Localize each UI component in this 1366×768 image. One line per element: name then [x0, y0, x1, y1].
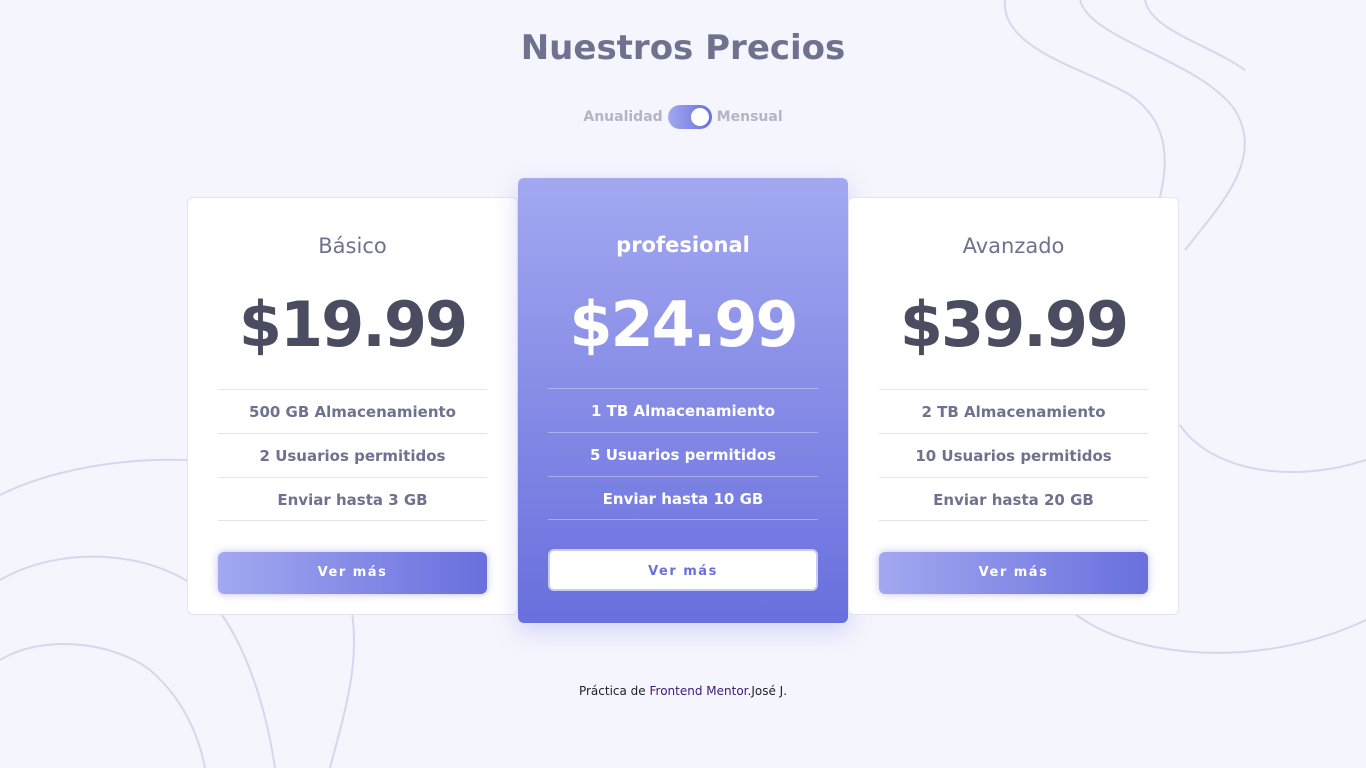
feature-item: 1 TB Almacenamiento	[548, 388, 818, 432]
footer-author: .José J.	[747, 684, 788, 698]
plan-card-professional: profesional $24.99 1 TB Almacenamiento 5…	[518, 178, 848, 623]
feature-item: 2 TB Almacenamiento	[879, 389, 1148, 433]
plan-price: $39.99	[899, 288, 1129, 361]
frontend-mentor-link[interactable]: Frontend Mentor	[650, 684, 748, 698]
feature-item: 10 Usuarios permitidos	[879, 433, 1148, 477]
feature-list: 500 GB Almacenamiento 2 Usuarios permiti…	[218, 389, 487, 521]
switch-knob	[690, 108, 709, 126]
billing-toggle: Anualidad Mensual	[0, 104, 1366, 130]
toggle-label-monthly[interactable]: Mensual	[717, 109, 783, 125]
plan-name: Avanzado	[962, 234, 1065, 258]
plan-name: profesional	[616, 233, 750, 257]
feature-list: 2 TB Almacenamiento 10 Usuarios permitid…	[879, 389, 1148, 521]
page-title: Nuestros Precios	[520, 28, 846, 68]
plan-card-basic: Básico $19.99 500 GB Almacenamiento 2 Us…	[187, 197, 518, 615]
footer-credit: Práctica de Frontend Mentor.José J.	[0, 684, 1366, 698]
feature-item: Enviar hasta 3 GB	[218, 477, 487, 521]
plan-name: Básico	[318, 234, 387, 258]
feature-item: 2 Usuarios permitidos	[218, 433, 487, 477]
ver-mas-button-basic[interactable]: Ver más	[218, 552, 487, 594]
plan-price: $19.99	[238, 288, 468, 361]
plan-price: $24.99	[569, 288, 798, 361]
feature-item: 5 Usuarios permitidos	[548, 432, 818, 476]
pricing-page: Nuestros Precios Anualidad Mensual Básic…	[0, 0, 1366, 768]
ver-mas-button-advanced[interactable]: Ver más	[879, 552, 1148, 594]
toggle-label-annual[interactable]: Anualidad	[583, 109, 662, 125]
feature-item: Enviar hasta 20 GB	[879, 477, 1148, 521]
feature-item: 500 GB Almacenamiento	[218, 389, 487, 433]
ver-mas-button-professional[interactable]: Ver más	[548, 549, 818, 591]
feature-list: 1 TB Almacenamiento 5 Usuarios permitido…	[548, 388, 818, 520]
footer-prefix: Práctica de	[578, 684, 646, 698]
feature-item: Enviar hasta 10 GB	[548, 476, 818, 520]
plan-card-advanced: Avanzado $39.99 2 TB Almacenamiento 10 U…	[848, 197, 1179, 615]
billing-switch[interactable]	[667, 105, 712, 129]
